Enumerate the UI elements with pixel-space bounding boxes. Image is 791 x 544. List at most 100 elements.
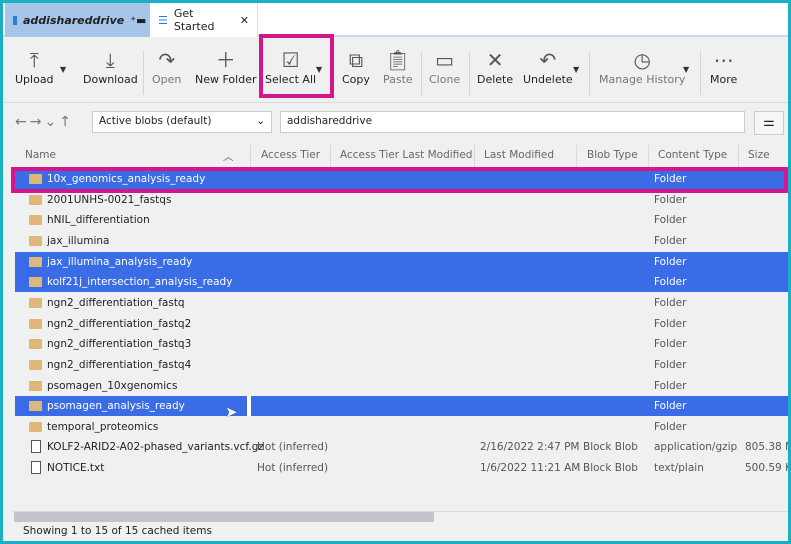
cell-tier: Hot (inferred): [257, 462, 329, 475]
folder-icon: [29, 318, 42, 329]
delete-button[interactable]: ✕ Delete: [477, 47, 513, 97]
storage-explorer-window: addishareddrive⁺▬✕ ☰Get Started✕ ⤒Upload…: [3, 3, 788, 541]
table-row[interactable]: kolf21j_intersection_analysis_ready Folde…: [15, 272, 788, 293]
cell-content-type: text/plain: [654, 462, 704, 475]
col-name[interactable]: Name: [25, 149, 56, 161]
cell-name: ngn2_differentiation_fastq4: [47, 358, 192, 371]
get-started-icon: ☰: [158, 13, 168, 27]
tab-get-started[interactable]: ☰ Get Started ✕: [150, 3, 258, 37]
col-blob-type[interactable]: Blob Type: [587, 149, 638, 161]
upload-dropdown-icon[interactable]: ▼: [60, 65, 66, 74]
folder-icon: [29, 401, 42, 412]
col-content-type[interactable]: Content Type: [658, 149, 727, 161]
select-all-highlight: [259, 34, 334, 98]
cell-name: ngn2_differentiation_fastq: [47, 296, 185, 309]
separator: [469, 51, 470, 95]
cell-name: jax_illumina_analysis_ready: [47, 255, 193, 268]
cell-content-type: Folder: [654, 358, 687, 371]
cell-content-type: Folder: [654, 317, 687, 330]
path-input[interactable]: addishareddrive: [280, 111, 745, 133]
address-bar: ←→⌄↑ Active blobs (default) ⌄ addisharedd…: [3, 108, 788, 136]
close-tab-icon[interactable]: ✕: [240, 14, 249, 27]
cell-content-type: Folder: [654, 400, 687, 413]
toolbar: ⤒ Upload ▼ ⤓ Download ↷ Open ＋ New Folder ☑ S…: [3, 39, 788, 103]
cell-name: hNIL_differentiation: [47, 214, 150, 227]
cell-content-type: Folder: [654, 234, 687, 247]
plus-icon: ＋: [215, 48, 236, 72]
cell-name: ngn2_differentiation_fastq3: [47, 338, 192, 351]
folder-icon: [29, 339, 42, 350]
cell-name: 2001UNHS-0021_fastqs: [47, 193, 172, 206]
navigation-arrows-icon[interactable]: ←→⌄↑: [15, 114, 74, 130]
file-icon: [31, 461, 41, 475]
upload-icon: ⤒: [29, 48, 39, 72]
pin-icon: ⁺▬: [130, 13, 147, 27]
more-button[interactable]: ⋯ More: [710, 47, 737, 97]
cell-content-type: Folder: [654, 296, 687, 309]
col-access-tier[interactable]: Access Tier: [261, 149, 320, 161]
open-button[interactable]: ↷ Open: [152, 47, 181, 97]
table-row[interactable]: jax_illumina_analysis_ready Folder: [15, 251, 788, 272]
folder-icon: [29, 194, 42, 205]
separator: [421, 51, 422, 95]
cell-name: ngn2_differentiation_fastq2: [47, 317, 192, 330]
cell-content-type: Folder: [654, 420, 687, 433]
sort-ascending-icon[interactable]: ︿: [223, 149, 234, 164]
table-row[interactable]: temporal_proteomics Folder: [15, 417, 788, 437]
history-icon: ◷: [633, 48, 651, 72]
folder-icon: [29, 215, 42, 226]
separator: [589, 51, 590, 95]
table-row[interactable]: NOTICE.txt Hot (inferred) 1/6/2022 11:21 A…: [15, 458, 788, 478]
folder-icon: [29, 359, 42, 370]
table-row[interactable]: jax_illumina Folder: [15, 231, 788, 251]
col-last-modified[interactable]: Last Modified: [484, 149, 554, 161]
table-row[interactable]: psomagen_analysis_ready Folder: [15, 396, 788, 417]
table-row[interactable]: ngn2_differentiation_fastq4 Folder: [15, 355, 788, 375]
table-row[interactable]: hNIL_differentiation Folder: [15, 210, 788, 230]
tab-bar: addishareddrive⁺▬✕ ☰Get Started✕: [3, 3, 788, 37]
scrollbar-thumb[interactable]: [14, 512, 434, 522]
table-row[interactable]: ngn2_differentiation_fastq2 Folder: [15, 314, 788, 334]
clone-button[interactable]: ▭ Clone: [429, 47, 460, 97]
new-folder-button[interactable]: ＋ New Folder: [195, 47, 256, 97]
column-header: Name ︿ Access Tier Access Tier Last Modi…: [3, 145, 788, 167]
col-size[interactable]: Size: [748, 149, 770, 161]
view-select[interactable]: Active blobs (default) ⌄: [92, 111, 272, 133]
tab-addishareddrive[interactable]: addishareddrive⁺▬✕: [5, 3, 162, 37]
upload-button[interactable]: ⤒ Upload: [15, 47, 54, 97]
download-icon: ⤓: [105, 48, 115, 72]
table-row[interactable]: KOLF2-ARID2-A02-phased_variants.vcf.gz Ho…: [15, 437, 788, 457]
cell-content-type: Folder: [654, 193, 687, 206]
cell-modified: 1/6/2022 11:21 AM: [480, 462, 581, 475]
filter-settings-icon[interactable]: ⚌: [754, 111, 784, 135]
cell-blob-type: Block Blob: [583, 441, 638, 454]
cell-modified: 2/16/2022 2:47 PM: [480, 441, 580, 454]
cell-size: 805.38 M: [745, 441, 788, 454]
manage-history-button[interactable]: ◷ Manage History: [599, 47, 685, 97]
more-icon: ⋯: [713, 48, 734, 72]
paste-button[interactable]: 📋︎ Paste: [383, 47, 413, 97]
delete-icon: ✕: [486, 48, 504, 72]
col-access-tier-last-modified[interactable]: Access Tier Last Modified: [340, 149, 472, 161]
separator: [700, 51, 701, 95]
table-row[interactable]: ngn2_differentiation_fastq Folder: [15, 293, 788, 313]
folder-icon: [29, 235, 42, 246]
open-icon: ↷: [158, 48, 176, 72]
horizontal-scrollbar[interactable]: [13, 511, 788, 522]
table-row[interactable]: psomagen_10xgenomics Folder: [15, 376, 788, 396]
folder-icon: [29, 256, 42, 267]
cell-name: NOTICE.txt: [47, 462, 105, 475]
paste-icon: 📋︎: [385, 48, 411, 72]
copy-button[interactable]: ⧉ Copy: [342, 47, 370, 97]
cell-name: KOLF2-ARID2-A02-phased_variants.vcf.gz: [47, 441, 264, 454]
download-button[interactable]: ⤓ Download: [83, 47, 138, 97]
status-text: Showing 1 to 15 of 15 cached items: [23, 525, 212, 537]
undelete-dropdown-icon[interactable]: ▼: [573, 65, 579, 74]
file-icon: [31, 440, 41, 454]
table-row[interactable]: ngn2_differentiation_fastq3 Folder: [15, 334, 788, 354]
history-dropdown-icon[interactable]: ▼: [683, 65, 689, 74]
chevron-down-icon: ⌄: [256, 115, 265, 127]
undelete-button[interactable]: ↶ Undelete: [523, 47, 573, 97]
folder-icon: [29, 277, 42, 288]
cell-name: psomagen_analysis_ready: [47, 400, 185, 413]
